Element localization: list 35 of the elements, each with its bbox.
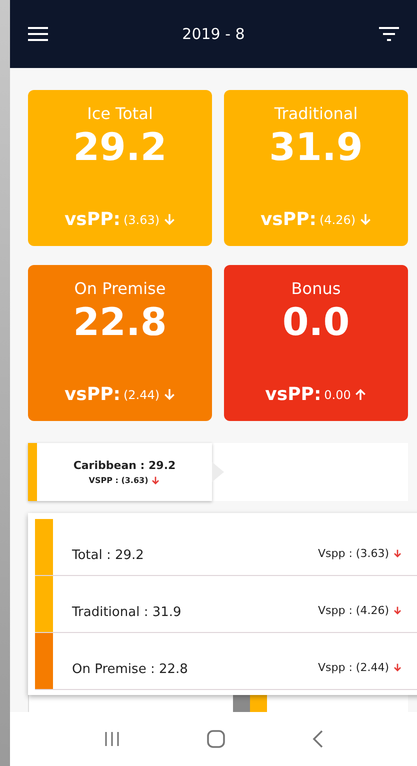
vspp-value: (4.26): [319, 212, 356, 226]
vspp-value: (3.63): [123, 212, 160, 226]
tooltip-pointer: [212, 462, 224, 482]
metric-card[interactable]: Bonus 0.0 vsPP: 0.00: [224, 265, 408, 421]
vspp-label: vsPP:: [64, 209, 120, 230]
breakdown-vspp: Vspp : (2.44): [318, 660, 389, 674]
card-value: 22.8: [73, 299, 167, 346]
vspp-label: vsPP:: [260, 209, 316, 230]
filter-icon[interactable]: [378, 26, 399, 42]
card-value: 0.0: [282, 299, 350, 346]
home-icon[interactable]: [206, 729, 226, 749]
breakdown-label: On Premise : 22.8: [72, 660, 188, 676]
card-title: Traditional: [274, 104, 358, 123]
menu-icon[interactable]: [28, 26, 48, 42]
metric-card[interactable]: On Premise 22.8 vsPP: (2.44): [28, 265, 212, 421]
card-value: 29.2: [73, 124, 167, 171]
tooltip-title: Caribbean : 29.2: [73, 459, 176, 472]
card-title: Bonus: [291, 279, 341, 298]
card-title: Ice Total: [87, 104, 153, 123]
back-icon[interactable]: [310, 729, 324, 749]
vspp-value: (2.44): [123, 388, 160, 402]
tooltip-vspp: VSPP : (3.63): [88, 476, 148, 485]
card-title: On Premise: [74, 279, 166, 298]
breakdown-vspp: Vspp : (4.26): [318, 602, 389, 616]
vspp-label: vsPP:: [265, 384, 322, 405]
breakdown-label: Traditional : 31.9: [72, 604, 182, 620]
recent-apps-icon[interactable]: [102, 730, 120, 748]
breakdown-label: Total : 29.2: [72, 546, 144, 562]
vspp-label: vsPP:: [64, 384, 120, 405]
card-value: 31.9: [269, 124, 363, 171]
period-title: 2019 - 8: [182, 25, 245, 43]
breakdown-vspp: Vspp : (3.63): [318, 546, 389, 560]
metric-card[interactable]: Ice Total 29.2 vsPP: (3.63): [28, 90, 212, 246]
vspp-value: 0.00: [324, 388, 351, 402]
metric-card[interactable]: Traditional 31.9 vsPP: (4.26): [224, 90, 408, 246]
